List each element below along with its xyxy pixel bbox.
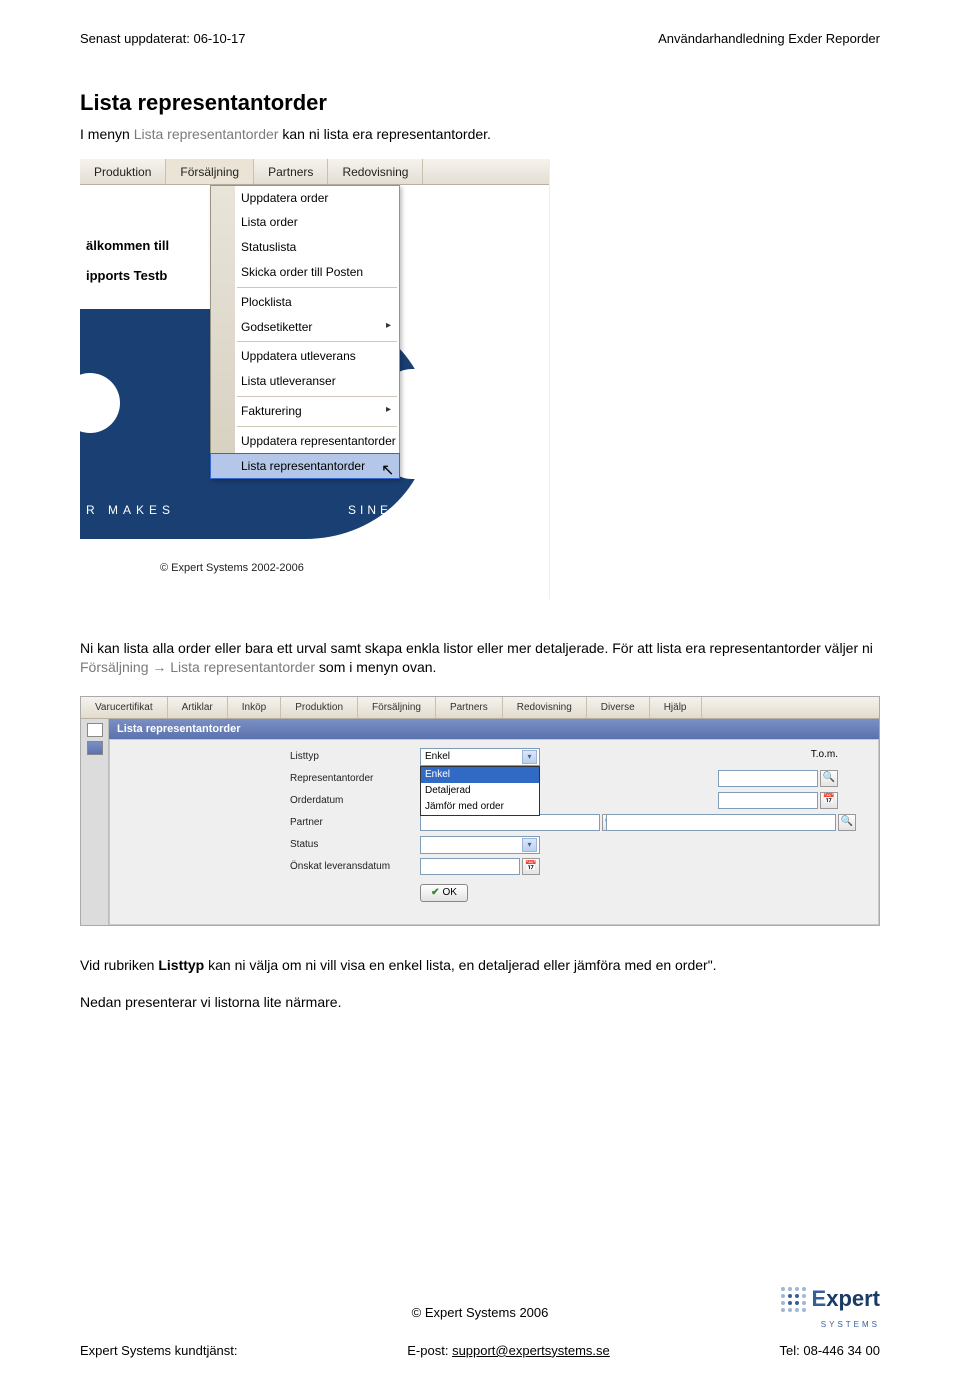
- tom-group: T.o.m.: [811, 748, 838, 762]
- body-para-2: Vid rubriken Listtyp kan ni välja om ni …: [80, 956, 880, 976]
- home-icon[interactable]: [87, 723, 103, 737]
- input-onskat[interactable]: [420, 858, 520, 875]
- label-partner: Partner: [290, 816, 420, 830]
- form-tab[interactable]: Hjälp: [650, 697, 702, 718]
- screenshot-form: VarucertifikatArtiklarInköpProduktionFör…: [80, 696, 880, 926]
- option-jamfor[interactable]: Jämför med order: [421, 799, 539, 815]
- logo-text-left: R MAKES: [86, 502, 175, 519]
- menu-item[interactable]: Uppdatera order: [211, 186, 399, 211]
- chevron-down-icon[interactable]: ▾: [522, 750, 537, 764]
- tab-redovisning[interactable]: Redovisning: [328, 159, 423, 184]
- form-tab[interactable]: Diverse: [587, 697, 650, 718]
- search-icon[interactable]: 🔍: [838, 814, 856, 831]
- form-tab[interactable]: Försäljning: [358, 697, 436, 718]
- option-detaljerad[interactable]: Detaljerad: [421, 783, 539, 799]
- body-para-1: Ni kan lista alla order eller bara ett u…: [80, 639, 880, 678]
- calendar-icon[interactable]: 📅: [820, 792, 838, 809]
- page-footer: © Expert Systems 2006 Expert Systems kun…: [80, 1304, 880, 1360]
- menu-separator: [237, 287, 397, 288]
- listtyp-bold: Listtyp: [158, 957, 204, 973]
- expert-logo: Expert SYSTEMS: [781, 1284, 880, 1330]
- search-icon[interactable]: 🔍: [820, 770, 838, 787]
- footer-copyright: © Expert Systems 2006: [80, 1304, 880, 1322]
- logo-subtext: SYSTEMS: [821, 1319, 880, 1330]
- label-onskat: Önskat leveransdatum: [290, 860, 420, 874]
- ok-button[interactable]: ✔ OK: [420, 884, 468, 902]
- tab-produktion[interactable]: Produktion: [80, 159, 166, 184]
- screenshot-menu: Produktion Försäljning Partners Redovisn…: [80, 159, 550, 599]
- menu-item[interactable]: Lista utleveranser: [211, 369, 399, 394]
- logo-text-right: SINESS: [348, 502, 416, 519]
- select-listtyp[interactable]: Enkel ▾: [420, 748, 540, 766]
- tab-partners[interactable]: Partners: [254, 159, 328, 184]
- menu-item[interactable]: Lista order: [211, 210, 399, 235]
- grid-icon[interactable]: [87, 741, 103, 755]
- form-tab[interactable]: Artiklar: [168, 697, 228, 718]
- label-tom: T.o.m.: [811, 748, 838, 762]
- form-tab[interactable]: Varucertifikat: [81, 697, 168, 718]
- header-title: Användarhandledning Exder Reporder: [658, 30, 880, 48]
- footer-left: Expert Systems kundtjänst:: [80, 1342, 238, 1360]
- label-listtyp: Listtyp: [290, 750, 420, 764]
- input-tom-repr[interactable]: [718, 770, 818, 787]
- menu-item[interactable]: Godsetiketter: [211, 315, 399, 340]
- section-title: Lista representantorder: [80, 88, 880, 119]
- form-panel: Listtyp Enkel ▾ Enkel Detaljerad Jämför …: [109, 739, 879, 925]
- form-tabs: VarucertifikatArtiklarInköpProduktionFör…: [81, 697, 879, 719]
- menu-separator: [237, 396, 397, 397]
- footer-mid: E-post: support@expertsystems.se: [407, 1342, 610, 1360]
- page-header: Senast uppdaterat: 06-10-17 Användarhand…: [80, 30, 880, 48]
- form-tab[interactable]: Redovisning: [503, 697, 587, 718]
- menu-item[interactable]: Uppdatera utleverans: [211, 344, 399, 369]
- header-date: Senast uppdaterat: 06-10-17: [80, 30, 246, 48]
- chevron-down-icon[interactable]: ▾: [522, 838, 537, 852]
- panel-title: Lista representantorder: [109, 719, 879, 739]
- check-icon: ✔: [431, 886, 439, 900]
- menu-item[interactable]: Plocklista: [211, 290, 399, 315]
- tab-forsaljning[interactable]: Försäljning: [166, 159, 254, 184]
- left-sidebar: [81, 719, 109, 925]
- menu-item[interactable]: Statuslista: [211, 235, 399, 260]
- body-para-3: Nedan presenterar vi listorna lite närma…: [80, 993, 880, 1013]
- label-orderdatum: Orderdatum: [290, 794, 420, 808]
- label-repr: Representantorder: [290, 772, 420, 786]
- form-tab[interactable]: Partners: [436, 697, 503, 718]
- dropdown-menu: Uppdatera orderLista orderStatuslistaSki…: [210, 185, 400, 480]
- listtyp-dropdown: Enkel Detaljerad Jämför med order: [420, 766, 540, 816]
- menu-separator: [237, 341, 397, 342]
- support-email-link[interactable]: support@expertsystems.se: [452, 1343, 610, 1358]
- intro-text: I menyn Lista representantorder kan ni l…: [80, 125, 880, 145]
- form-tab[interactable]: Inköp: [228, 697, 281, 718]
- logo-text: Expert: [812, 1284, 880, 1315]
- menu-item[interactable]: Skicka order till Posten: [211, 260, 399, 285]
- top-toolbar: Produktion Försäljning Partners Redovisn…: [80, 159, 549, 185]
- label-status: Status: [290, 838, 420, 852]
- option-enkel[interactable]: Enkel: [421, 767, 539, 783]
- footer-right: Tel: 08-446 34 00: [780, 1342, 880, 1360]
- input-partner-2[interactable]: [606, 814, 836, 831]
- input-partner[interactable]: [420, 814, 600, 831]
- calendar-icon[interactable]: 📅: [522, 858, 540, 875]
- logo-shape: [80, 373, 120, 433]
- input-tom-date[interactable]: [718, 792, 818, 809]
- app-copyright: © Expert Systems 2002-2006: [160, 561, 304, 576]
- menu-item[interactable]: Lista representantorder: [210, 453, 400, 480]
- nav-path: Försäljning → Lista representantorder: [80, 659, 315, 675]
- cursor-icon: ↖: [381, 460, 394, 482]
- intro-link: Lista representantorder: [134, 126, 279, 142]
- menu-item[interactable]: Fakturering: [211, 399, 399, 424]
- select-status[interactable]: ▾: [420, 836, 540, 854]
- menu-separator: [237, 426, 397, 427]
- form-tab[interactable]: Produktion: [281, 697, 358, 718]
- logo-dots-icon: [781, 1287, 806, 1312]
- menu-item[interactable]: Uppdatera representantorder: [211, 429, 399, 454]
